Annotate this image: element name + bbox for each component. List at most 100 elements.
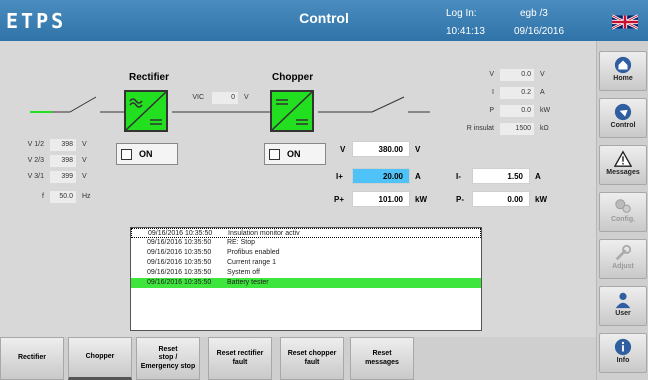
chopper-tab-button[interactable]: Chopper — [68, 337, 132, 380]
rectifier-block[interactable] — [124, 90, 168, 132]
v12-label: V 1/2 — [27, 141, 44, 148]
chopper-symbol-icon — [271, 91, 313, 131]
log-row[interactable]: 09/16/2016 10:35:50 RE: Stop — [131, 238, 481, 248]
vic-value: 0 — [212, 92, 238, 104]
chopper-on-label: ON — [287, 149, 301, 159]
log-date: 09/16/2016 10:35:50 — [147, 249, 212, 256]
reset-chopper-fault-button[interactable]: Reset chopper fault — [280, 337, 344, 380]
freq-label: f — [42, 193, 44, 200]
right-sidebar: Home Control Messages Config. Adjust Use… — [596, 41, 648, 380]
v31-value: 399 — [50, 171, 76, 183]
setpoint-ip-unit: A — [415, 172, 421, 181]
home-label: Home — [613, 75, 633, 82]
login-label: Log In: — [446, 8, 477, 19]
out-v-label: V — [489, 71, 494, 78]
log-row[interactable]: 09/16/2016 10:35:50 Current range 1 — [131, 258, 481, 268]
setpoint-v-input[interactable]: 380.00 — [352, 141, 410, 157]
r-insulat-unit: kΩ — [540, 125, 549, 132]
out-v-unit: V — [540, 71, 545, 78]
log-message: Insulation monitor activ — [228, 230, 300, 237]
config-button[interactable]: Config. — [599, 192, 647, 232]
reset-messages-button[interactable]: Reset messages — [350, 337, 414, 380]
setpoint-pp-label: P+ — [334, 195, 345, 204]
info-label: Info — [616, 357, 630, 364]
adjust-label: Adjust — [612, 263, 634, 270]
r-insulat-value: 1500 — [500, 123, 534, 135]
out-i-value: 0.2 — [500, 87, 534, 99]
user-label: User — [615, 310, 631, 317]
log-row[interactable]: 09/16/2016 10:35:50 Insulation monitor ac… — [131, 228, 481, 238]
setpoint-pp-unit: kW — [415, 195, 427, 204]
uk-flag-icon[interactable] — [612, 14, 638, 30]
control-icon — [614, 103, 632, 121]
rectifier-on-label: ON — [139, 149, 153, 159]
log-message: Current range 1 — [227, 259, 277, 266]
setpoint-v-unit: V — [415, 145, 421, 154]
setpoint-im-input[interactable]: 1.50 — [472, 168, 530, 184]
config-label: Config. — [610, 216, 636, 223]
control-button[interactable]: Control — [599, 98, 647, 138]
checkbox-box — [121, 148, 132, 160]
setpoint-pm-label: P- — [456, 195, 464, 204]
rectifier-tab-button[interactable]: Rectifier — [0, 337, 64, 380]
log-date: 09/16/2016 10:35:50 — [147, 239, 212, 246]
home-button[interactable]: Home — [599, 51, 647, 91]
chopper-on-checkbox[interactable]: ON — [264, 143, 326, 165]
info-button[interactable]: Info — [599, 333, 647, 373]
setpoint-pp-input[interactable]: 101.00 — [352, 191, 410, 207]
out-i-label: I — [492, 89, 494, 96]
adjust-button[interactable]: Adjust — [599, 239, 647, 279]
setpoint-v-label: V — [340, 145, 346, 154]
log-row-selected[interactable]: 09/16/2016 10:35:50 Battery tester — [131, 278, 481, 288]
v23-unit: V — [82, 157, 87, 164]
setpoint-im-unit: A — [535, 172, 541, 181]
control-label: Control — [610, 122, 636, 129]
v12-value: 398 — [50, 139, 76, 151]
reset-rectifier-fault-button[interactable]: Reset rectifier fault — [208, 337, 272, 380]
freq-value: 50.0 — [50, 191, 76, 203]
wrench-icon — [615, 244, 632, 261]
log-date: 09/16/2016 10:35:50 — [147, 259, 212, 266]
vic-label: VIC — [192, 94, 204, 101]
messages-label: Messages — [606, 169, 640, 176]
v31-unit: V — [82, 173, 87, 180]
r-insulat-label: R insulat — [466, 125, 494, 132]
log-row[interactable]: 09/16/2016 10:35:50 System off — [131, 268, 481, 278]
messages-button[interactable]: Messages — [599, 145, 647, 185]
user-button[interactable]: User — [599, 286, 647, 326]
reset-emergency-stop-button[interactable]: Reset stop / Emergency stop — [136, 337, 200, 380]
out-i-unit: A — [540, 89, 545, 96]
vic-unit: V — [244, 94, 249, 101]
page-title: Control — [299, 10, 349, 26]
log-message: Profibus enabled — [227, 249, 280, 256]
user-name[interactable]: egb /3 — [520, 8, 548, 19]
checkbox-box — [269, 148, 280, 160]
out-p-value: 0.0 — [500, 105, 534, 117]
out-p-label: P — [489, 107, 494, 114]
log-date: 09/16/2016 10:35:50 — [147, 279, 212, 286]
bottom-toolbar: Rectifier Chopper Reset stop / Emergency… — [0, 337, 596, 380]
user-icon — [615, 292, 631, 309]
log-row[interactable]: 09/16/2016 10:35:50 Profibus enabled — [131, 248, 481, 258]
log-message: System off — [227, 269, 260, 276]
setpoint-im-label: I- — [456, 172, 461, 181]
out-p-unit: kW — [540, 107, 551, 114]
etps-logo: ETPS — [6, 9, 67, 33]
clock-time: 10:41:13 — [446, 26, 485, 37]
log-message: Battery tester — [227, 279, 269, 286]
log-date: 09/16/2016 10:35:50 — [147, 269, 212, 276]
v23-label: V 2/3 — [27, 157, 44, 164]
rectifier-on-checkbox[interactable]: ON — [116, 143, 178, 165]
rectifier-symbol-icon — [125, 91, 167, 131]
setpoint-pm-input[interactable]: 0.00 — [472, 191, 530, 207]
v31-label: V 3/1 — [27, 173, 44, 180]
chopper-block[interactable] — [270, 90, 314, 132]
setpoint-ip-input[interactable]: 20.00 — [352, 168, 410, 184]
freq-unit: Hz — [82, 193, 91, 200]
log-date: 09/16/2016 10:35:50 — [148, 230, 213, 237]
message-log[interactable]: 09/16/2016 10:35:50 Insulation monitor ac… — [130, 227, 482, 331]
gears-icon — [615, 199, 631, 213]
warning-icon — [614, 150, 632, 167]
setpoint-pm-unit: kW — [535, 195, 547, 204]
info-icon — [614, 338, 632, 356]
